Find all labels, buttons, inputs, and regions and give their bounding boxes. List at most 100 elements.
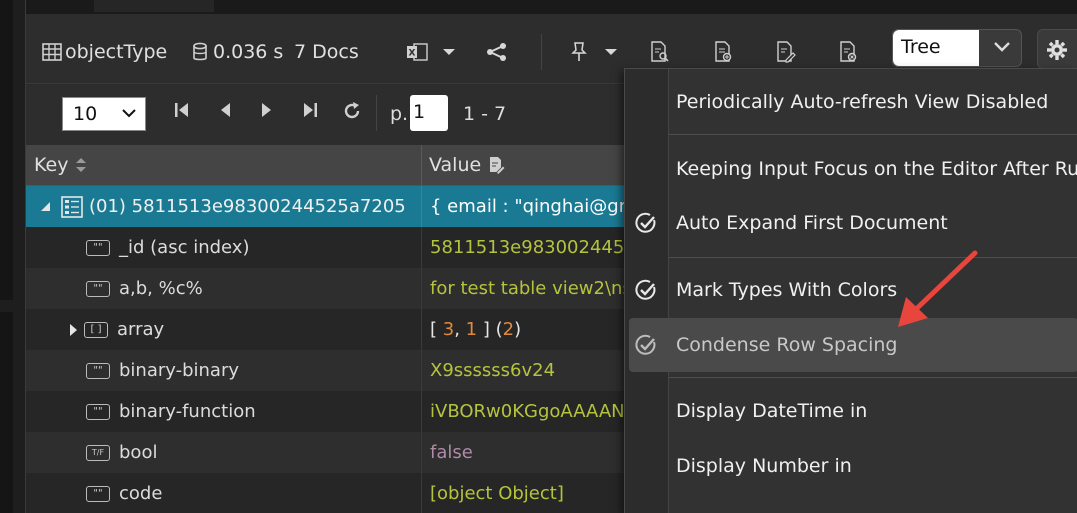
results-tree-grid: Key Value (01) 5811513e98300244525a7205 … xyxy=(26,145,626,513)
collection-label: objectType xyxy=(42,38,167,66)
prev-page-button[interactable] xyxy=(218,101,232,124)
menu-item-datetime-format[interactable]: Display DateTime in xyxy=(625,385,1077,437)
triangle-down-expanded-icon[interactable] xyxy=(40,201,51,212)
left-scroll-segment-lower[interactable] xyxy=(0,312,13,513)
row-value: iVBORw0KGgoAAAAN xyxy=(421,391,626,432)
chevron-down-icon xyxy=(121,103,137,122)
collection-name: objectType xyxy=(65,41,168,63)
doc-add-button[interactable] xyxy=(714,38,734,66)
pager-toolbar: 10 p. 1 1 - 7 xyxy=(26,85,626,145)
doc-search-button[interactable] xyxy=(650,38,670,66)
table-row[interactable]: "" code [object Object] xyxy=(26,473,626,513)
array-value-0: 3 xyxy=(442,319,455,340)
menu-item-condense-rows[interactable]: Condense Row Spacing xyxy=(629,318,1077,372)
menu-item-label: Auto Expand First Document xyxy=(676,212,948,234)
query-time: 0.036 s xyxy=(192,38,283,66)
view-mode-select[interactable]: Tree xyxy=(892,29,1022,67)
caret-down-icon xyxy=(442,47,456,57)
doc-delete-button[interactable] xyxy=(839,38,859,66)
menu-item-label: Display DateTime in xyxy=(676,400,868,422)
row-key: "" code xyxy=(26,473,421,513)
settings-context-menu: Periodically Auto-refresh View Disabled … xyxy=(624,68,1077,513)
skip-last-icon xyxy=(304,103,317,117)
table-row[interactable]: "" binary-function iVBORw0KGgoAAAAN xyxy=(26,391,626,432)
row-key-label: binary-binary xyxy=(119,360,240,381)
menu-item-auto-expand[interactable]: Auto Expand First Document xyxy=(625,197,1077,249)
table-row[interactable]: (01) 5811513e98300244525a7205 { email : … xyxy=(26,186,626,227)
table-row[interactable]: "" _id (asc index) 5811513e98300244525 xyxy=(26,227,626,268)
table-row[interactable]: T/F bool false xyxy=(26,432,626,473)
table-row[interactable]: "" a,b, %c% for test table view2\ns xyxy=(26,268,626,309)
string-type-icon: "" xyxy=(86,239,110,256)
row-key: (01) 5811513e98300244525a7205 xyxy=(26,186,421,227)
caret-down-icon xyxy=(604,47,618,57)
row-key: "" binary-function xyxy=(26,391,421,432)
menu-item-auto-refresh[interactable]: Periodically Auto-refresh View Disabled xyxy=(625,76,1077,128)
menu-item-label: Condense Row Spacing xyxy=(676,334,898,356)
doc-edit-button[interactable] xyxy=(776,38,796,66)
page-label: p. xyxy=(390,103,409,125)
menu-item-label: Periodically Auto-refresh View Disabled xyxy=(676,91,1049,113)
gear-icon xyxy=(1046,39,1068,61)
page-size-select[interactable]: 10 xyxy=(62,97,146,131)
table-row[interactable]: [ ] array [ 3, 1 ] (2) xyxy=(26,309,626,350)
last-page-button[interactable] xyxy=(302,101,318,124)
pin-dropdown-chevron[interactable] xyxy=(604,38,618,66)
row-value: [ 3, 1 ] (2) xyxy=(421,309,626,350)
menu-item-mark-types[interactable]: Mark Types With Colors xyxy=(625,264,1077,316)
grid-header: Key Value xyxy=(26,145,626,186)
annotation-arrow-icon xyxy=(898,250,978,327)
pin-icon xyxy=(571,41,587,63)
first-page-button[interactable] xyxy=(174,101,190,124)
edit-document-icon[interactable] xyxy=(489,156,506,174)
refresh-button[interactable] xyxy=(342,101,362,126)
row-key-label: _id (asc index) xyxy=(119,237,250,258)
row-value: [object Object] xyxy=(421,473,626,513)
string-type-icon: "" xyxy=(86,485,110,502)
query-time-value: 0.036 s xyxy=(213,41,284,63)
row-value: for test table view2\ns xyxy=(421,268,626,309)
document-add-icon xyxy=(714,41,734,63)
row-key: "" binary-binary xyxy=(26,350,421,391)
skip-first-icon xyxy=(175,103,188,117)
record-range: 1 - 7 xyxy=(463,103,507,125)
row-key-label: binary-function xyxy=(119,401,256,422)
page-size-value: 10 xyxy=(73,103,98,125)
row-value: { email : "qinghai@gm xyxy=(421,186,626,227)
array-separator: , xyxy=(454,319,466,340)
menu-item-label: Keeping Input Focus on the Editor After … xyxy=(676,158,1077,180)
check-circle-icon xyxy=(635,279,657,301)
row-value: 5811513e98300244525 xyxy=(421,227,626,268)
menu-separator xyxy=(669,134,1077,135)
array-count-close: ) xyxy=(514,319,522,340)
row-key-label: bool xyxy=(119,442,158,463)
schema-button[interactable] xyxy=(486,38,508,66)
svg-text:X: X xyxy=(409,49,416,59)
menu-item-keep-input-focus[interactable]: Keeping Input Focus on the Editor After … xyxy=(625,143,1077,195)
row-key: "" _id (asc index) xyxy=(26,227,421,268)
editor-tab[interactable] xyxy=(94,0,214,12)
settings-button[interactable] xyxy=(1037,29,1077,69)
export-excel-button[interactable]: X xyxy=(406,38,428,66)
value-header-label: Value xyxy=(429,154,482,176)
value-column-header[interactable]: Value xyxy=(421,145,506,185)
row-key: [ ] array xyxy=(26,309,421,350)
left-scroll-segment[interactable] xyxy=(0,0,13,300)
key-header-label: Key xyxy=(34,154,69,176)
boolean-type-icon: T/F xyxy=(86,444,110,461)
triangle-right-collapsed-icon[interactable] xyxy=(68,323,78,337)
string-type-icon: "" xyxy=(86,403,110,420)
menu-item-label: Mark Types With Colors xyxy=(676,279,898,301)
export-dropdown-chevron[interactable] xyxy=(442,38,456,66)
database-timer-icon xyxy=(192,42,208,62)
page-number-input[interactable]: 1 xyxy=(410,95,448,131)
next-page-button[interactable] xyxy=(260,101,274,124)
menu-item-number-format[interactable]: Display Number in xyxy=(625,440,1077,492)
check-circle-icon xyxy=(635,212,657,234)
table-row[interactable]: "" binary-binary X9ssssss6v24 xyxy=(26,350,626,391)
sort-icon[interactable] xyxy=(74,156,88,174)
array-type-icon: [ ] xyxy=(84,321,108,338)
refresh-icon xyxy=(344,102,360,119)
key-column-header[interactable]: Key xyxy=(26,145,88,185)
pin-button[interactable] xyxy=(571,38,587,66)
